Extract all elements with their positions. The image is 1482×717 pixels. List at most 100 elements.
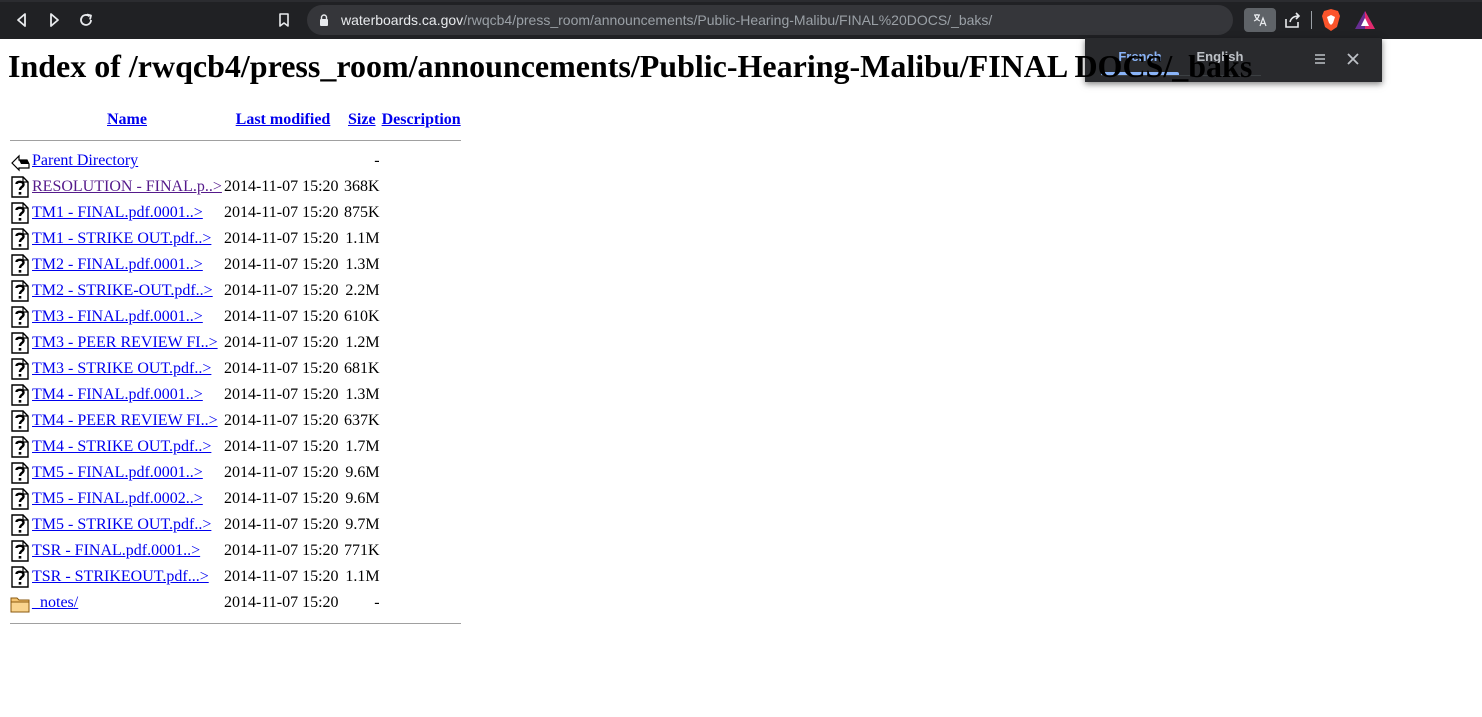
parent-modified — [224, 149, 342, 173]
file-link[interactable]: TM3 - STRIKE OUT.pdf..> — [32, 360, 211, 377]
reload-button[interactable] — [74, 8, 98, 32]
unknown-file-icon — [11, 228, 29, 250]
file-modified: 2014-11-07 15:20 — [224, 490, 339, 507]
header-row: Name Last modified Size Description — [10, 108, 461, 132]
file-link[interactable]: TM5 - STRIKE OUT.pdf..> — [32, 516, 211, 533]
file-link[interactable]: TM5 - FINAL.pdf.0002..> — [32, 490, 203, 507]
table-row: TM5 - STRIKE OUT.pdf..> 2014-11-07 15:20 9… — [10, 513, 461, 537]
file-description — [382, 513, 461, 537]
unknown-file-icon — [11, 306, 29, 328]
unknown-file-icon — [11, 176, 29, 198]
file-modified: 2014-11-07 15:20 — [224, 256, 339, 273]
file-size: 1.7M — [345, 438, 380, 455]
lock-icon — [320, 14, 328, 26]
unknown-file-icon — [11, 384, 29, 406]
file-size: 9.6M — [345, 490, 380, 507]
file-link[interactable]: TM5 - FINAL.pdf.0001..> — [32, 464, 203, 481]
brave-rewards-icon[interactable] — [1354, 10, 1376, 30]
file-link[interactable]: TM3 - PEER REVIEW FI..> — [32, 334, 218, 351]
unknown-file-icon — [11, 566, 29, 588]
file-description — [382, 357, 461, 381]
file-size: 1.1M — [345, 230, 380, 247]
table-row: _notes/2014-11-07 15:20 - — [10, 591, 461, 615]
back-button[interactable] — [10, 8, 34, 32]
parent-directory-link[interactable]: Parent Directory — [32, 152, 138, 169]
sort-by-description-link[interactable]: Description — [382, 111, 461, 128]
file-link[interactable]: TM4 - PEER REVIEW FI..> — [32, 412, 218, 429]
file-link[interactable]: TM4 - STRIKE OUT.pdf..> — [32, 438, 211, 455]
file-modified: 2014-11-07 15:20 — [224, 230, 339, 247]
file-description — [382, 565, 461, 589]
file-link[interactable]: RESOLUTION - FINAL.p..> — [32, 178, 222, 195]
back-icon — [11, 154, 30, 172]
unknown-file-icon — [11, 410, 29, 432]
file-description — [382, 383, 461, 407]
table-row: TM5 - FINAL.pdf.0002..> 2014-11-07 15:20 9… — [10, 487, 461, 511]
file-link[interactable]: TM3 - FINAL.pdf.0001..> — [32, 308, 203, 325]
tab-strip-edge — [0, 0, 1482, 2]
file-description — [382, 461, 461, 485]
unknown-file-icon — [11, 462, 29, 484]
file-modified: 2014-11-07 15:20 — [224, 178, 339, 195]
file-size: - — [374, 594, 380, 611]
table-row: TM2 - FINAL.pdf.0001..> 2014-11-07 15:20 1… — [10, 253, 461, 277]
unknown-file-icon — [11, 540, 29, 562]
file-size: 1.3M — [345, 386, 380, 403]
table-row: TM3 - STRIKE OUT.pdf..> 2014-11-07 15:20 6… — [10, 357, 461, 381]
bookmark-button[interactable] — [272, 8, 296, 32]
file-link[interactable]: TM1 - FINAL.pdf.0001..> — [32, 204, 203, 221]
table-row: RESOLUTION - FINAL.p..> 2014-11-07 15:20 3… — [10, 175, 461, 199]
footer-divider — [10, 623, 461, 624]
file-description — [382, 409, 461, 433]
icon-column-header — [10, 108, 30, 132]
file-link[interactable]: _notes/ — [32, 594, 78, 611]
unknown-file-icon — [11, 254, 29, 276]
header-divider — [10, 140, 461, 141]
file-modified: 2014-11-07 15:20 — [224, 516, 339, 533]
file-modified: 2014-11-07 15:20 — [224, 282, 339, 299]
file-modified: 2014-11-07 15:20 — [224, 308, 339, 325]
translate-icon — [1253, 14, 1267, 27]
sort-by-name-link[interactable]: Name — [107, 111, 147, 128]
share-icon[interactable] — [1282, 9, 1304, 31]
parent-directory-row: Parent Directory - — [10, 149, 461, 173]
forward-arrow-icon — [50, 13, 59, 27]
brave-shields-icon[interactable] — [1320, 8, 1342, 32]
file-size: 1.2M — [345, 334, 380, 351]
file-size: 1.3M — [345, 256, 380, 273]
table-row: TM3 - PEER REVIEW FI..> 2014-11-07 15:20 1… — [10, 331, 461, 355]
translate-button[interactable] — [1244, 8, 1276, 32]
sort-by-modified-link[interactable]: Last modified — [236, 111, 331, 128]
file-modified: 2014-11-07 15:20 — [224, 438, 339, 455]
table-row: TM4 - PEER REVIEW FI..> 2014-11-07 15:20 6… — [10, 409, 461, 433]
sort-by-size-link[interactable]: Size — [348, 111, 376, 128]
file-link[interactable]: TM1 - STRIKE OUT.pdf..> — [32, 230, 211, 247]
file-link[interactable]: TM2 - STRIKE-OUT.pdf..> — [32, 282, 213, 299]
forward-button[interactable] — [42, 8, 66, 32]
unknown-file-icon — [11, 280, 29, 302]
table-row: TM1 - STRIKE OUT.pdf..> 2014-11-07 15:20 1… — [10, 227, 461, 251]
parent-description — [382, 149, 461, 173]
file-modified: 2014-11-07 15:20 — [224, 386, 339, 403]
address-url: waterboards.ca.gov/rwqcb4/press_room/ann… — [341, 5, 992, 35]
file-description — [382, 539, 461, 563]
menu-icon[interactable] — [1311, 50, 1329, 68]
file-link[interactable]: TM4 - FINAL.pdf.0001..> — [32, 386, 203, 403]
file-description — [382, 487, 461, 511]
folder-icon — [10, 597, 30, 613]
file-modified: 2014-11-07 15:20 — [224, 464, 339, 481]
table-row: TM4 - STRIKE OUT.pdf..> 2014-11-07 15:20 1… — [10, 435, 461, 459]
file-link[interactable]: TSR - FINAL.pdf.0001..> — [32, 542, 200, 559]
parent-size: - — [374, 152, 380, 169]
file-size: 2.2M — [345, 282, 380, 299]
table-row: TM2 - STRIKE-OUT.pdf..> 2014-11-07 15:20 2… — [10, 279, 461, 303]
table-row: TM1 - FINAL.pdf.0001..> 2014-11-07 15:20 8… — [10, 201, 461, 225]
back-arrow-icon — [17, 13, 26, 27]
close-icon[interactable] — [1344, 50, 1362, 68]
file-description — [382, 305, 461, 329]
address-bar[interactable]: waterboards.ca.gov/rwqcb4/press_room/ann… — [307, 5, 1233, 35]
table-row: TM4 - FINAL.pdf.0001..> 2014-11-07 15:20 1… — [10, 383, 461, 407]
file-link[interactable]: TSR - STRIKEOUT.pdf...> — [32, 568, 209, 585]
file-link[interactable]: TM2 - FINAL.pdf.0001..> — [32, 256, 203, 273]
file-description — [382, 175, 461, 199]
